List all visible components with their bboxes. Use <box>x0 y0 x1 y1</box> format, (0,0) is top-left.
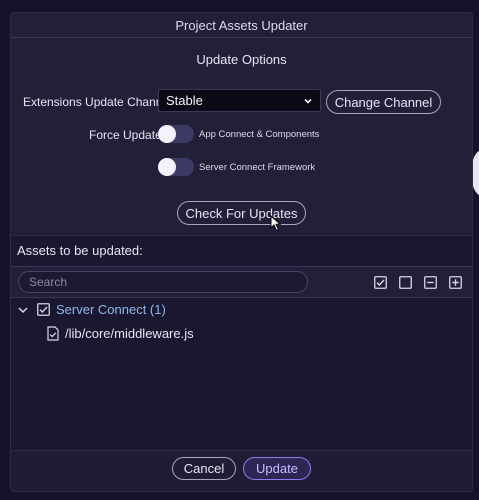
toggle-knob <box>158 125 176 143</box>
check-for-updates-button[interactable]: Check For Updates <box>177 201 306 225</box>
channel-select-value: Stable <box>166 93 203 108</box>
change-channel-label: Change Channel <box>334 94 433 110</box>
chevron-down-icon <box>304 98 312 104</box>
cancel-label: Cancel <box>183 461 225 476</box>
toggle-knob <box>158 158 176 176</box>
collapse-all-icon[interactable] <box>424 276 437 289</box>
update-label: Update <box>256 461 298 476</box>
tree-file-row[interactable]: /lib/core/middleware.js <box>47 326 194 341</box>
tree-group-server-connect[interactable]: Server Connect (1) <box>17 302 166 317</box>
assets-heading-text: Assets to be updated: <box>17 243 143 258</box>
tree-file-path: /lib/core/middleware.js <box>65 326 194 341</box>
assets-heading: Assets to be updated: <box>11 235 472 266</box>
change-channel-button[interactable]: Change Channel <box>326 90 441 114</box>
expand-all-icon[interactable] <box>449 276 462 289</box>
app-connect-toggle-label: App Connect & Components <box>199 129 320 140</box>
assets-tree: Server Connect (1) /lib/core/middleware.… <box>11 298 472 450</box>
server-connect-toggle[interactable] <box>158 158 194 176</box>
channel-label: Extensions Update Channel <box>23 95 172 109</box>
dialog-footer: Cancel Update <box>11 450 472 491</box>
cancel-button[interactable]: Cancel <box>172 457 236 480</box>
search-input[interactable] <box>18 271 308 293</box>
dialog-title: Project Assets Updater <box>175 17 308 33</box>
app-connect-toggle[interactable] <box>158 125 194 143</box>
updater-dialog: Project Assets Updater Update Options Ex… <box>11 13 472 491</box>
force-update-label: Force Update <box>89 128 162 142</box>
uncheck-all-icon[interactable] <box>399 276 412 289</box>
server-connect-toggle-label: Server Connect Framework <box>199 162 316 173</box>
update-options-heading: Update Options <box>196 52 287 67</box>
dialog-titlebar: Project Assets Updater <box>11 13 472 38</box>
tree-group-label: Server Connect (1) <box>56 302 166 317</box>
assets-toolbar <box>11 266 472 298</box>
checkbox-checked-icon[interactable] <box>37 303 50 316</box>
channel-select[interactable]: Stable <box>158 89 321 112</box>
update-button[interactable]: Update <box>243 457 311 480</box>
file-check-icon <box>47 326 59 341</box>
chevron-down-icon[interactable] <box>17 304 29 316</box>
mouse-cursor-icon <box>270 215 282 232</box>
check-all-icon[interactable] <box>374 276 387 289</box>
